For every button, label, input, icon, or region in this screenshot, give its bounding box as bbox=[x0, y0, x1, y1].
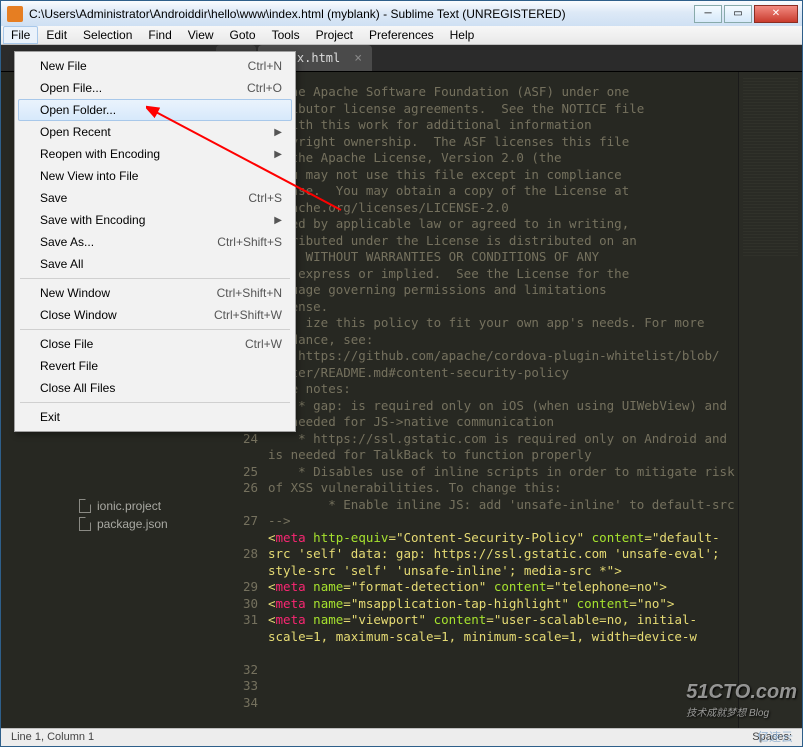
menu-item-label: New File bbox=[40, 59, 248, 73]
menu-item-label: Open Folder... bbox=[40, 103, 282, 117]
menu-help[interactable]: Help bbox=[442, 26, 483, 44]
submenu-arrow-icon: ▶ bbox=[274, 149, 282, 160]
menu-item-label: Open File... bbox=[40, 81, 247, 95]
menu-item-label: Save As... bbox=[40, 235, 217, 249]
menu-item-label: Close File bbox=[40, 337, 245, 351]
tab-close-icon[interactable]: × bbox=[354, 51, 362, 66]
file-icon bbox=[79, 517, 91, 531]
menu-item-save-as[interactable]: Save As...Ctrl+Shift+S bbox=[18, 231, 292, 253]
submenu-arrow-icon: ▶ bbox=[274, 215, 282, 226]
menu-project[interactable]: Project bbox=[308, 26, 361, 44]
file-icon bbox=[79, 499, 91, 513]
menu-item-label: Revert File bbox=[40, 359, 282, 373]
menu-item-label: Close All Files bbox=[40, 381, 282, 395]
menu-item-label: Save All bbox=[40, 257, 282, 271]
file-menu-popup: New FileCtrl+NOpen File...Ctrl+OOpen Fol… bbox=[14, 51, 296, 432]
sublime-icon bbox=[7, 6, 23, 22]
menu-item-open-folder[interactable]: Open Folder... bbox=[18, 99, 292, 121]
menu-item-label: New Window bbox=[40, 286, 217, 300]
menu-item-save[interactable]: SaveCtrl+S bbox=[18, 187, 292, 209]
menu-item-save-with-encoding[interactable]: Save with Encoding▶ bbox=[18, 209, 292, 231]
menu-goto[interactable]: Goto bbox=[222, 26, 264, 44]
menu-tools[interactable]: Tools bbox=[264, 26, 308, 44]
code-content[interactable]: o the Apache Software Foundation (ASF) u… bbox=[268, 84, 738, 728]
close-button[interactable]: ✕ bbox=[754, 5, 798, 23]
menubar: File Edit Selection Find View Goto Tools… bbox=[1, 26, 802, 45]
minimap[interactable] bbox=[738, 72, 802, 728]
status-spaces[interactable]: Spaces: bbox=[752, 731, 792, 743]
menu-item-open-file[interactable]: Open File...Ctrl+O bbox=[18, 77, 292, 99]
file-ionic-project[interactable]: ionic.project bbox=[11, 497, 221, 515]
menu-item-label: Close Window bbox=[40, 308, 214, 322]
menu-item-reopen-with-encoding[interactable]: Reopen with Encoding▶ bbox=[18, 143, 292, 165]
menu-item-save-all[interactable]: Save All bbox=[18, 253, 292, 275]
status-position[interactable]: Line 1, Column 1 bbox=[11, 731, 94, 743]
menu-item-new-window[interactable]: New WindowCtrl+Shift+N bbox=[18, 282, 292, 304]
menu-preferences[interactable]: Preferences bbox=[361, 26, 442, 44]
menu-item-new-file[interactable]: New FileCtrl+N bbox=[18, 55, 292, 77]
titlebar[interactable]: C:\Users\Administrator\Androiddir\hello\… bbox=[1, 1, 802, 26]
statusbar: Line 1, Column 1 Spaces: bbox=[1, 728, 802, 747]
window-title: C:\Users\Administrator\Androiddir\hello\… bbox=[29, 7, 692, 21]
menu-item-open-recent[interactable]: Open Recent▶ bbox=[18, 121, 292, 143]
menu-shortcut: Ctrl+N bbox=[248, 59, 282, 73]
menu-item-close-all-files[interactable]: Close All Files bbox=[18, 377, 292, 399]
menu-item-exit[interactable]: Exit bbox=[18, 406, 292, 428]
menu-item-close-window[interactable]: Close WindowCtrl+Shift+W bbox=[18, 304, 292, 326]
menu-shortcut: Ctrl+W bbox=[245, 337, 282, 351]
code-editor[interactable]: 24 2526 27 28 293031 323334 o the Apache… bbox=[228, 72, 738, 728]
menu-item-label: New View into File bbox=[40, 169, 282, 183]
menu-view[interactable]: View bbox=[180, 26, 222, 44]
menu-item-label: Save with Encoding bbox=[40, 213, 274, 227]
menu-item-label: Open Recent bbox=[40, 125, 274, 139]
menu-shortcut: Ctrl+O bbox=[247, 81, 282, 95]
menu-find[interactable]: Find bbox=[140, 26, 179, 44]
minimap-preview bbox=[743, 78, 798, 258]
file-label: package.json bbox=[97, 517, 168, 531]
menu-selection[interactable]: Selection bbox=[75, 26, 140, 44]
menu-item-revert-file[interactable]: Revert File bbox=[18, 355, 292, 377]
submenu-arrow-icon: ▶ bbox=[274, 127, 282, 138]
menu-shortcut: Ctrl+Shift+N bbox=[217, 286, 282, 300]
menu-item-label: Reopen with Encoding bbox=[40, 147, 274, 161]
menu-shortcut: Ctrl+Shift+S bbox=[217, 235, 282, 249]
menu-edit[interactable]: Edit bbox=[38, 26, 75, 44]
menu-shortcut: Ctrl+Shift+W bbox=[214, 308, 282, 322]
menu-shortcut: Ctrl+S bbox=[248, 191, 282, 205]
maximize-button[interactable]: ▭ bbox=[724, 5, 752, 23]
menu-file[interactable]: File bbox=[3, 26, 38, 44]
file-package-json[interactable]: package.json bbox=[11, 515, 221, 533]
menu-item-new-view-into-file[interactable]: New View into File bbox=[18, 165, 292, 187]
menu-item-close-file[interactable]: Close FileCtrl+W bbox=[18, 333, 292, 355]
file-label: ionic.project bbox=[97, 499, 161, 513]
menu-item-label: Exit bbox=[40, 410, 282, 424]
minimize-button[interactable]: ─ bbox=[694, 5, 722, 23]
menu-item-label: Save bbox=[40, 191, 248, 205]
